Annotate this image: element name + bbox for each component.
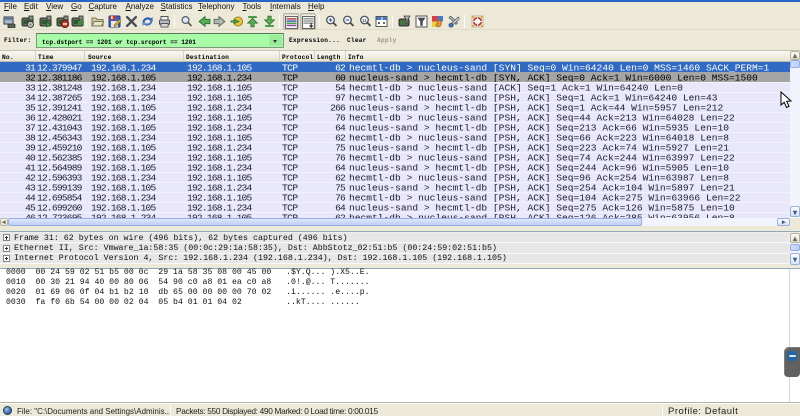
svg-text:11: 11 [362, 18, 367, 23]
